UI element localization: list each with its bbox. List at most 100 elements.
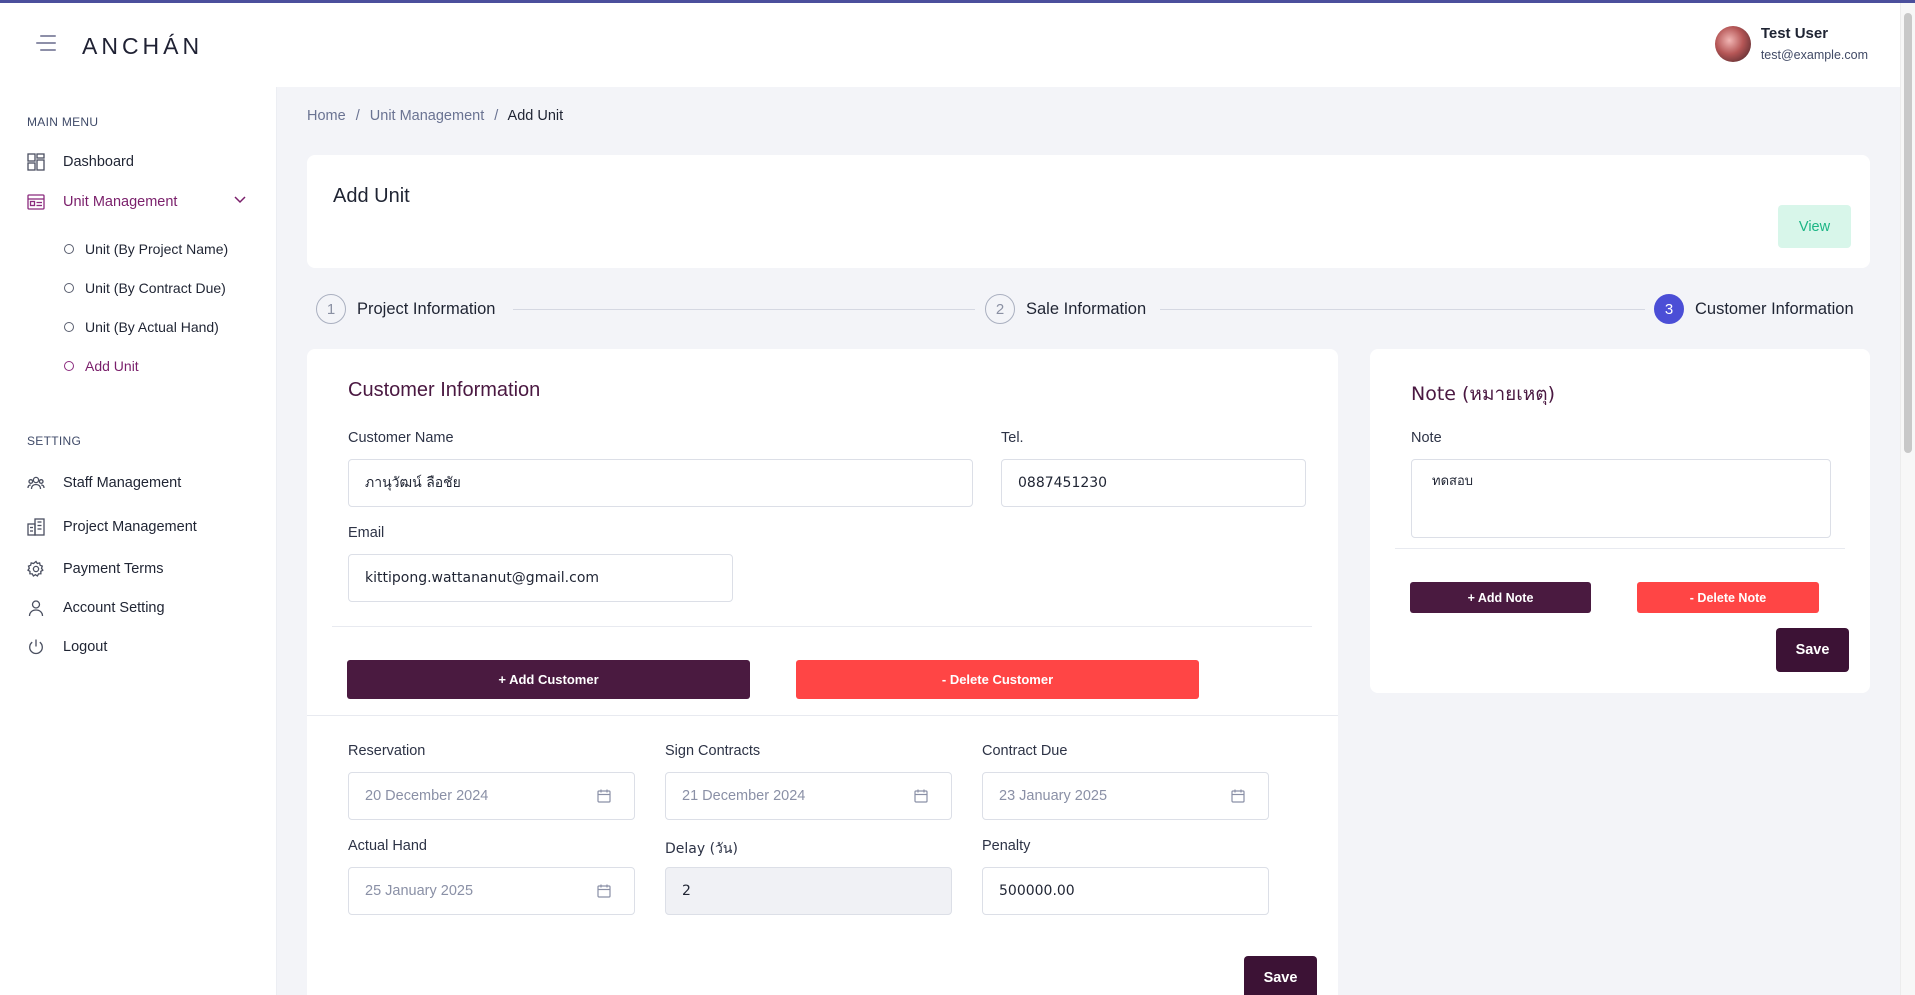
email-value: kittipong.wattananut@gmail.com — [365, 570, 600, 586]
calendar-icon[interactable] — [596, 788, 612, 804]
reservation-label: Reservation — [348, 743, 426, 759]
sidebar-item-account-setting[interactable]: Account Setting — [27, 599, 165, 617]
customer-name-input[interactable]: ภานุวัฒน์ ลือชัย — [348, 459, 973, 507]
contract-due-date-input[interactable]: 23 January 2025 — [982, 772, 1269, 820]
actual-hand-date-input[interactable]: 25 January 2025 — [348, 867, 635, 915]
step-label: Sale Information — [1026, 299, 1147, 318]
sidebar-subitem-by-project[interactable]: Unit (By Project Name) — [64, 241, 228, 257]
customer-section-title: Customer Information — [348, 379, 541, 401]
sidebar-item-dashboard[interactable]: Dashboard — [27, 153, 134, 171]
user-name: Test User — [1760, 25, 1829, 42]
sidebar-item-label: Staff Management — [63, 475, 182, 491]
divider — [1395, 548, 1845, 549]
sign-contracts-label: Sign Contracts — [665, 743, 761, 759]
sidebar-item-project-management[interactable]: Project Management — [27, 518, 197, 536]
chevron-down-icon[interactable] — [233, 195, 247, 205]
delay-label: Delay (วัน) — [665, 841, 738, 857]
user-email: test@example.com — [1760, 48, 1868, 62]
sidebar: MAIN MENU Dashboard Unit Management Unit… — [0, 87, 277, 995]
penalty-label: Penalty — [982, 838, 1031, 854]
add-customer-button[interactable]: + Add Customer — [347, 660, 750, 699]
breadcrumb-separator: / — [494, 108, 499, 124]
delay-input: 2 — [665, 867, 952, 915]
step-project-information[interactable]: 1 Project Information — [316, 294, 495, 324]
app-logo[interactable]: ANCHÁN — [82, 33, 203, 60]
step-sale-information[interactable]: 2 Sale Information — [985, 294, 1146, 324]
email-label: Email — [348, 525, 385, 541]
sign-contracts-value: 21 December 2024 — [682, 788, 806, 804]
calendar-icon[interactable] — [1230, 788, 1246, 804]
view-button[interactable]: View — [1778, 205, 1851, 248]
user-icon — [28, 600, 44, 617]
calendar-icon[interactable] — [596, 883, 612, 899]
contract-due-value: 23 January 2025 — [999, 788, 1108, 804]
sidebar-item-label: Project Management — [63, 519, 197, 535]
sidebar-item-label: Logout — [63, 639, 108, 655]
sidebar-subitem-by-actual-hand[interactable]: Unit (By Actual Hand) — [64, 319, 219, 335]
step-number: 3 — [1654, 294, 1684, 324]
sidebar-item-unit-management[interactable]: Unit Management — [27, 193, 177, 211]
tel-input[interactable]: 0887451230 — [1001, 459, 1306, 507]
divider — [307, 715, 1338, 716]
step-connector — [513, 309, 975, 310]
add-note-button[interactable]: + Add Note — [1410, 582, 1591, 613]
page-scrollbar[interactable] — [1900, 3, 1915, 995]
note-textarea[interactable]: ทดสอบ — [1411, 459, 1831, 538]
menu-toggle-icon[interactable] — [36, 35, 58, 55]
reservation-value: 20 December 2024 — [365, 788, 489, 804]
avatar[interactable] — [1714, 25, 1751, 62]
tel-value: 0887451230 — [1018, 475, 1108, 491]
user-profile[interactable]: Test User test@example.com — [1714, 25, 1868, 62]
sidebar-subitem-by-contract-due[interactable]: Unit (By Contract Due) — [64, 280, 226, 296]
breadcrumb-unit-management[interactable]: Unit Management — [370, 108, 484, 124]
circle-bullet-icon — [64, 244, 74, 254]
email-input[interactable]: kittipong.wattananut@gmail.com — [348, 554, 733, 602]
circle-bullet-icon — [64, 283, 74, 293]
breadcrumb-current: Add Unit — [507, 108, 564, 124]
save-dates-button[interactable]: Save — [1244, 956, 1317, 995]
page-title: Add Unit — [333, 185, 410, 207]
tel-label: Tel. — [1001, 430, 1024, 446]
building-icon — [27, 518, 45, 536]
customer-name-value: ภานุวัฒน์ ลือชัย — [365, 475, 461, 491]
main-menu-heading: MAIN MENU — [27, 115, 99, 129]
sign-contracts-date-input[interactable]: 21 December 2024 — [665, 772, 952, 820]
dashboard-icon — [27, 153, 45, 171]
step-number: 1 — [316, 294, 346, 324]
step-number: 2 — [985, 294, 1015, 324]
page-header-card: Add Unit View — [307, 155, 1870, 268]
note-label: Note — [1411, 430, 1442, 446]
sidebar-subitem-label: Add Unit — [85, 358, 139, 374]
delete-note-button[interactable]: - Delete Note — [1637, 582, 1819, 613]
circle-bullet-icon — [64, 361, 74, 371]
top-header: ANCHÁN Test User test@example.com — [0, 3, 1900, 87]
reservation-date-input[interactable]: 20 December 2024 — [348, 772, 635, 820]
users-icon — [27, 476, 45, 490]
delete-customer-button[interactable]: - Delete Customer — [796, 660, 1199, 699]
step-customer-information[interactable]: 3 Customer Information — [1654, 294, 1854, 324]
calendar-icon[interactable] — [913, 788, 929, 804]
customer-name-label: Customer Name — [348, 430, 454, 446]
penalty-input[interactable]: 500000.00 — [982, 867, 1269, 915]
sidebar-subitem-label: Unit (By Project Name) — [85, 241, 229, 257]
step-label: Customer Information — [1695, 299, 1854, 318]
sidebar-item-label: Payment Terms — [63, 561, 164, 577]
actual-hand-value: 25 January 2025 — [365, 883, 474, 899]
scrollbar-thumb[interactable] — [1904, 13, 1912, 453]
setting-heading: SETTING — [27, 434, 82, 448]
breadcrumb-separator: / — [355, 108, 360, 124]
sidebar-item-label: Unit Management — [63, 194, 178, 210]
gear-icon — [27, 560, 44, 577]
customer-info-card: Customer Information Customer Name ภานุว… — [307, 349, 1338, 995]
step-label: Project Information — [357, 299, 496, 318]
sidebar-item-logout[interactable]: Logout — [27, 638, 107, 656]
sidebar-item-payment-terms[interactable]: Payment Terms — [27, 560, 163, 578]
sidebar-item-label: Dashboard — [63, 154, 134, 170]
actual-hand-label: Actual Hand — [348, 838, 427, 854]
breadcrumb-home[interactable]: Home — [307, 108, 346, 124]
save-note-button[interactable]: Save — [1776, 628, 1849, 672]
sidebar-subitem-label: Unit (By Actual Hand) — [85, 319, 219, 335]
sidebar-subitem-add-unit[interactable]: Add Unit — [64, 358, 139, 374]
unit-list-icon — [27, 194, 45, 210]
sidebar-item-staff-management[interactable]: Staff Management — [27, 474, 181, 492]
